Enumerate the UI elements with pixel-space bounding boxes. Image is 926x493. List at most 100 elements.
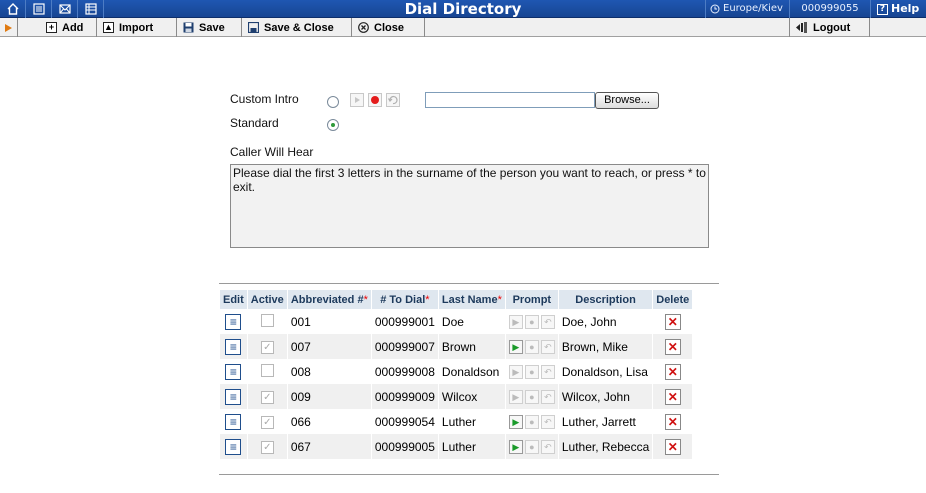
intro-file-input[interactable] — [425, 92, 595, 108]
record-prompt-icon[interactable]: ● — [524, 315, 539, 329]
record-prompt-icon[interactable]: ● — [524, 390, 539, 404]
active-checkbox[interactable]: ✓ — [260, 391, 274, 404]
save-close-icon — [248, 22, 259, 33]
last-name-cell: Luther — [441, 414, 476, 429]
record-prompt-icon[interactable]: ● — [524, 365, 539, 379]
last-name-cell: Brown — [438, 334, 505, 359]
save-button[interactable]: Save — [177, 18, 242, 37]
title-bar: Dial Directory Europe/Kiev 000999055 ? H… — [0, 0, 926, 18]
delete-row-icon[interactable]: ✕ — [664, 363, 681, 380]
title-bar-icons — [0, 0, 104, 18]
undo-prompt-icon[interactable]: ↶ — [540, 390, 555, 404]
undo-prompt-icon[interactable]: ↶ — [540, 315, 555, 329]
logout-icon — [796, 22, 807, 33]
table-top-divider — [219, 283, 719, 284]
logout-label: Logout — [813, 21, 851, 34]
undo-icon — [387, 96, 398, 105]
description-cell: Donaldson, Lisa — [561, 364, 648, 379]
help-icon: ? — [877, 3, 888, 15]
record-intro-button[interactable] — [368, 93, 382, 107]
directory-table: Edit Active Abbreviated #* # To Dial* La… — [219, 290, 693, 459]
add-icon: + — [46, 22, 57, 33]
play-intro-button[interactable] — [350, 93, 364, 107]
table-row: ≡ 001 000999001 Doe ▶ ● ↶ Doe, John ✕ — [220, 309, 692, 334]
undo-prompt-icon[interactable]: ↶ — [540, 340, 555, 354]
standard-label: Standard — [230, 116, 279, 130]
edit-row-icon[interactable]: ≡ — [225, 438, 242, 455]
play-icon — [355, 97, 360, 103]
delete-row-icon[interactable]: ✕ — [664, 388, 681, 405]
play-prompt-icon[interactable]: ▶ — [508, 390, 523, 404]
account-id: 000999055 — [789, 0, 870, 18]
active-checkbox[interactable]: ✓ — [260, 416, 274, 429]
standard-radio[interactable] — [327, 119, 339, 131]
record-prompt-icon[interactable]: ● — [524, 340, 539, 354]
table-row: ≡ ✓ 009 000999009 Wilcox ▶ ● ↶ Wilcox, John ✕ — [220, 384, 693, 409]
delete-row-icon[interactable]: ✕ — [664, 438, 681, 455]
timezone-indicator[interactable]: Europe/Kiev — [705, 0, 789, 18]
logout-button[interactable]: Logout — [789, 18, 870, 37]
description-cell: Brown, Mike — [558, 334, 653, 359]
help-button[interactable]: ? Help — [870, 0, 926, 18]
import-button[interactable]: ▲ Import — [97, 18, 177, 37]
clock-icon — [710, 4, 720, 14]
list-icon[interactable] — [26, 0, 52, 18]
save-close-button[interactable]: Save & Close — [242, 18, 352, 37]
play-prompt-icon[interactable]: ▶ — [508, 340, 523, 354]
active-checkbox[interactable]: ✓ — [260, 341, 274, 354]
undo-intro-button[interactable] — [386, 93, 400, 107]
record-prompt-icon[interactable]: ● — [524, 415, 539, 429]
delete-row-icon[interactable]: ✕ — [664, 413, 681, 430]
abbreviated-cell: 008 — [290, 364, 311, 379]
description-cell: Wilcox, John — [558, 384, 653, 409]
abbreviated-cell: 007 — [287, 334, 371, 359]
play-prompt-icon[interactable]: ▶ — [508, 440, 523, 454]
add-button[interactable]: + Add — [40, 18, 97, 37]
active-checkbox[interactable]: ✓ — [260, 441, 274, 454]
grid-icon[interactable] — [78, 0, 104, 18]
description-cell: Doe, John — [561, 314, 617, 329]
play-prompt-icon[interactable]: ▶ — [508, 415, 523, 429]
floppy-icon — [183, 22, 194, 33]
edit-row-icon[interactable]: ≡ — [225, 363, 242, 380]
toolbar: + Add ▲ Import Save Save & Close Close L… — [0, 18, 926, 37]
header-to-dial: # To Dial* — [371, 290, 438, 309]
delete-row-icon[interactable]: ✕ — [664, 338, 681, 355]
table-header-row: Edit Active Abbreviated #* # To Dial* La… — [220, 290, 693, 309]
home-icon[interactable] — [0, 0, 26, 18]
undo-prompt-icon[interactable]: ↶ — [540, 365, 555, 379]
close-icon — [358, 22, 369, 33]
active-checkbox[interactable] — [260, 363, 274, 377]
description-cell: Luther, Jarrett — [561, 414, 636, 429]
header-abbreviated: Abbreviated #* — [287, 290, 371, 309]
browse-button[interactable]: Browse... — [595, 92, 659, 109]
record-prompt-icon[interactable]: ● — [524, 440, 539, 454]
undo-prompt-icon[interactable]: ↶ — [540, 440, 555, 454]
close-button[interactable]: Close — [352, 18, 425, 37]
edit-row-icon[interactable]: ≡ — [225, 313, 242, 330]
abbreviated-cell: 009 — [287, 384, 371, 409]
play-prompt-icon[interactable]: ▶ — [508, 315, 523, 329]
close-label: Close — [374, 21, 404, 34]
to-dial-cell: 000999008 — [374, 364, 435, 379]
save-close-label: Save & Close — [264, 21, 334, 34]
delete-row-icon[interactable]: ✕ — [664, 313, 681, 330]
edit-row-icon[interactable]: ≡ — [225, 388, 242, 405]
mail-icon[interactable] — [52, 0, 78, 18]
expand-arrow-icon[interactable] — [0, 18, 18, 37]
help-label: Help — [891, 2, 920, 15]
abbreviated-cell: 067 — [287, 434, 371, 459]
last-name-cell: Wilcox — [438, 384, 505, 409]
import-label: Import — [119, 21, 154, 34]
edit-row-icon[interactable]: ≡ — [225, 413, 242, 430]
edit-row-icon[interactable]: ≡ — [225, 338, 242, 355]
play-prompt-icon[interactable]: ▶ — [508, 365, 523, 379]
to-dial-cell: 000999009 — [371, 384, 438, 409]
last-name-cell: Luther — [438, 434, 505, 459]
active-checkbox[interactable] — [260, 313, 274, 327]
custom-intro-radio[interactable] — [327, 96, 339, 108]
import-icon: ▲ — [103, 22, 114, 33]
undo-prompt-icon[interactable]: ↶ — [540, 415, 555, 429]
table-row: ≡ 008 000999008 Donaldson ▶ ● ↶ Donaldson, Lisa… — [220, 359, 692, 384]
caller-will-hear-text: Please dial the first 3 letters in the s… — [230, 164, 709, 248]
